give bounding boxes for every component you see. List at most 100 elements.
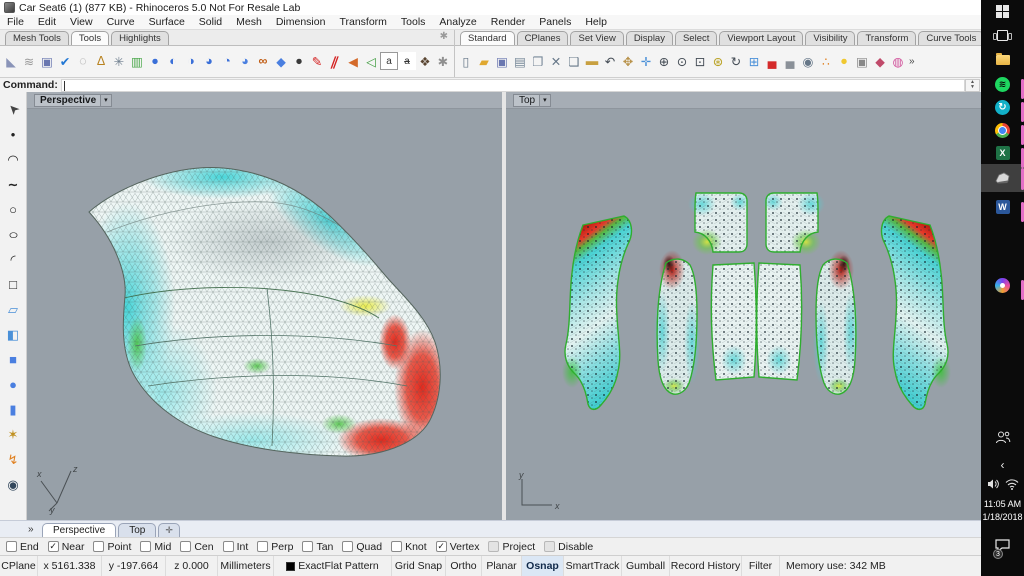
tab-standard[interactable]: Standard (460, 31, 515, 45)
osnap-knot[interactable]: Knot (391, 541, 427, 553)
osnap-near-checkbox[interactable]: ✓ (48, 541, 59, 552)
tab-visibility[interactable]: Visibility (805, 31, 855, 45)
speaker-icon[interactable] (987, 478, 1000, 490)
osnap-disable[interactable]: Disable (544, 541, 593, 553)
delete-icon[interactable]: ✕ (547, 52, 565, 70)
tray-expand-button[interactable]: ‹ (981, 458, 1024, 472)
paste-icon[interactable]: ▬ (583, 52, 601, 70)
osnap-disable-checkbox[interactable] (544, 541, 555, 552)
file[interactable]: File (0, 16, 31, 28)
move-icon[interactable]: ✛ (637, 52, 655, 70)
spring-icon[interactable]: ≋ (20, 52, 38, 70)
zoom-window-icon[interactable]: ⊡ (691, 52, 709, 70)
lightbulb-icon[interactable]: ● (835, 52, 853, 70)
print-icon[interactable]: ▤ (511, 52, 529, 70)
export-note-icon[interactable]: ▥ (128, 52, 146, 70)
sphere-pin-dark-icon[interactable]: ◕ (200, 52, 218, 70)
spinner-down-icon[interactable]: ▼ (970, 85, 975, 90)
osnap-vertex-checkbox[interactable]: ✓ (436, 541, 447, 552)
view[interactable]: View (63, 16, 100, 28)
surface-corner-icon[interactable]: ◧ (3, 322, 24, 347)
osnap-cen-checkbox[interactable] (180, 541, 191, 552)
lightning-icon[interactable]: ↯ (3, 447, 24, 472)
curve-icon[interactable]: ◠ (3, 147, 24, 172)
text-box-icon[interactable]: a (380, 52, 398, 70)
chrome-button[interactable] (981, 123, 1024, 138)
tab-display[interactable]: Display (626, 31, 673, 45)
shade-car-icon[interactable]: ▄ (763, 52, 781, 70)
osnap-mid[interactable]: Mid (140, 541, 171, 553)
rhino-taskbar-button[interactable] (981, 164, 1024, 192)
osnap-vertex[interactable]: ✓Vertex (436, 541, 480, 553)
sphere-icon[interactable]: ● (3, 372, 24, 397)
panels[interactable]: Panels (532, 16, 578, 28)
mesh-wheel-icon[interactable]: ✳ (110, 52, 128, 70)
osnap-knot-checkbox[interactable] (391, 541, 402, 552)
text-strike-icon[interactable]: a (398, 52, 416, 70)
osnap-int-checkbox[interactable] (223, 541, 234, 552)
control-curve-icon[interactable]: ∼ (3, 172, 24, 197)
status-planar-toggle[interactable]: Planar (482, 556, 522, 576)
sphere-pin-red-icon[interactable]: ◑ (182, 52, 200, 70)
moth-icon[interactable]: ❖ (416, 52, 434, 70)
tab-mesh-tools[interactable]: Mesh Tools (5, 31, 69, 45)
osnap-point-checkbox[interactable] (93, 541, 104, 552)
clock[interactable]: 11:05 AM (981, 499, 1024, 509)
people-button[interactable] (981, 430, 1024, 444)
top-canvas[interactable] (506, 92, 981, 520)
lock-icon[interactable]: ▣ (853, 52, 871, 70)
layer-wedge-icon[interactable]: ◆ (871, 52, 889, 70)
point-cloud-icon[interactable]: ∴ (817, 52, 835, 70)
tab-tools[interactable]: Tools (71, 31, 109, 45)
perspective-canvas[interactable] (27, 92, 502, 520)
binoculars-icon[interactable]: ∞ (254, 52, 272, 70)
osnap-project[interactable]: Project (488, 541, 535, 553)
top-viewport-menu[interactable]: Top ▾ (513, 94, 551, 107)
tab-curve-tools[interactable]: Curve Tools (918, 31, 984, 45)
osnap-point[interactable]: Point (93, 541, 131, 553)
osnap-mid-checkbox[interactable] (140, 541, 151, 552)
dimension[interactable]: Dimension (269, 16, 333, 28)
solid[interactable]: Solid (192, 16, 229, 28)
export-file-icon[interactable]: ❐ (529, 52, 547, 70)
command-input[interactable] (61, 79, 965, 92)
osnap-int[interactable]: Int (223, 541, 249, 553)
bell-icon[interactable]: Δ (92, 52, 110, 70)
tab-viewport-layout[interactable]: Viewport Layout (719, 31, 803, 45)
shatter-icon[interactable]: ✶ (3, 422, 24, 447)
spotify-button[interactable]: ≋ (981, 77, 1024, 92)
tab-select[interactable]: Select (675, 31, 717, 45)
check-icon[interactable]: ✔ (56, 52, 74, 70)
boolean-icon[interactable]: ◉ (3, 472, 24, 497)
arc-icon[interactable]: ◜ (3, 247, 24, 272)
mesh[interactable]: Mesh (229, 16, 269, 28)
export-arrow-icon[interactable]: ◀ (344, 52, 362, 70)
render-preview-icon[interactable]: ◉ (799, 52, 817, 70)
paint3d-button[interactable] (981, 278, 1024, 293)
toolbar-overflow-icon[interactable]: » (909, 56, 915, 67)
sphere-brush-icon[interactable]: ◔ (218, 52, 236, 70)
point-icon[interactable]: • (3, 122, 24, 147)
status-grid-snap-toggle[interactable]: Grid Snap (392, 556, 446, 576)
status-filter-toggle[interactable]: Filter (742, 556, 780, 576)
osnap-tan-checkbox[interactable] (302, 541, 313, 552)
zoom-dynamic-icon[interactable]: ⊙ (673, 52, 691, 70)
transform[interactable]: Transform (332, 16, 393, 28)
file-explorer-button[interactable] (981, 53, 1024, 65)
status-cplane[interactable]: CPlane (0, 556, 38, 576)
status-gumball-toggle[interactable]: Gumball (622, 556, 670, 576)
excel-button[interactable]: X (981, 146, 1024, 160)
tab-highlights[interactable]: Highlights (111, 31, 169, 45)
save-icon[interactable]: ▣ (493, 52, 511, 70)
new-file-icon[interactable]: ▯ (457, 52, 475, 70)
viewport-dropdown-icon[interactable]: ▾ (100, 95, 111, 106)
flatten-ramp-icon[interactable]: ◣ (2, 52, 20, 70)
osnap-perp[interactable]: Perp (257, 541, 293, 553)
viewport-layout-icon[interactable]: ⊞ (745, 52, 763, 70)
tab-cplanes[interactable]: CPlanes (517, 31, 569, 45)
command-history-spinner[interactable]: ▲ ▼ (965, 79, 980, 92)
viewport-tab-top[interactable]: Top (118, 523, 156, 537)
surface[interactable]: Surface (142, 16, 192, 28)
copy-icon[interactable]: ❏ (565, 52, 583, 70)
pan-icon[interactable]: ✥ (619, 52, 637, 70)
